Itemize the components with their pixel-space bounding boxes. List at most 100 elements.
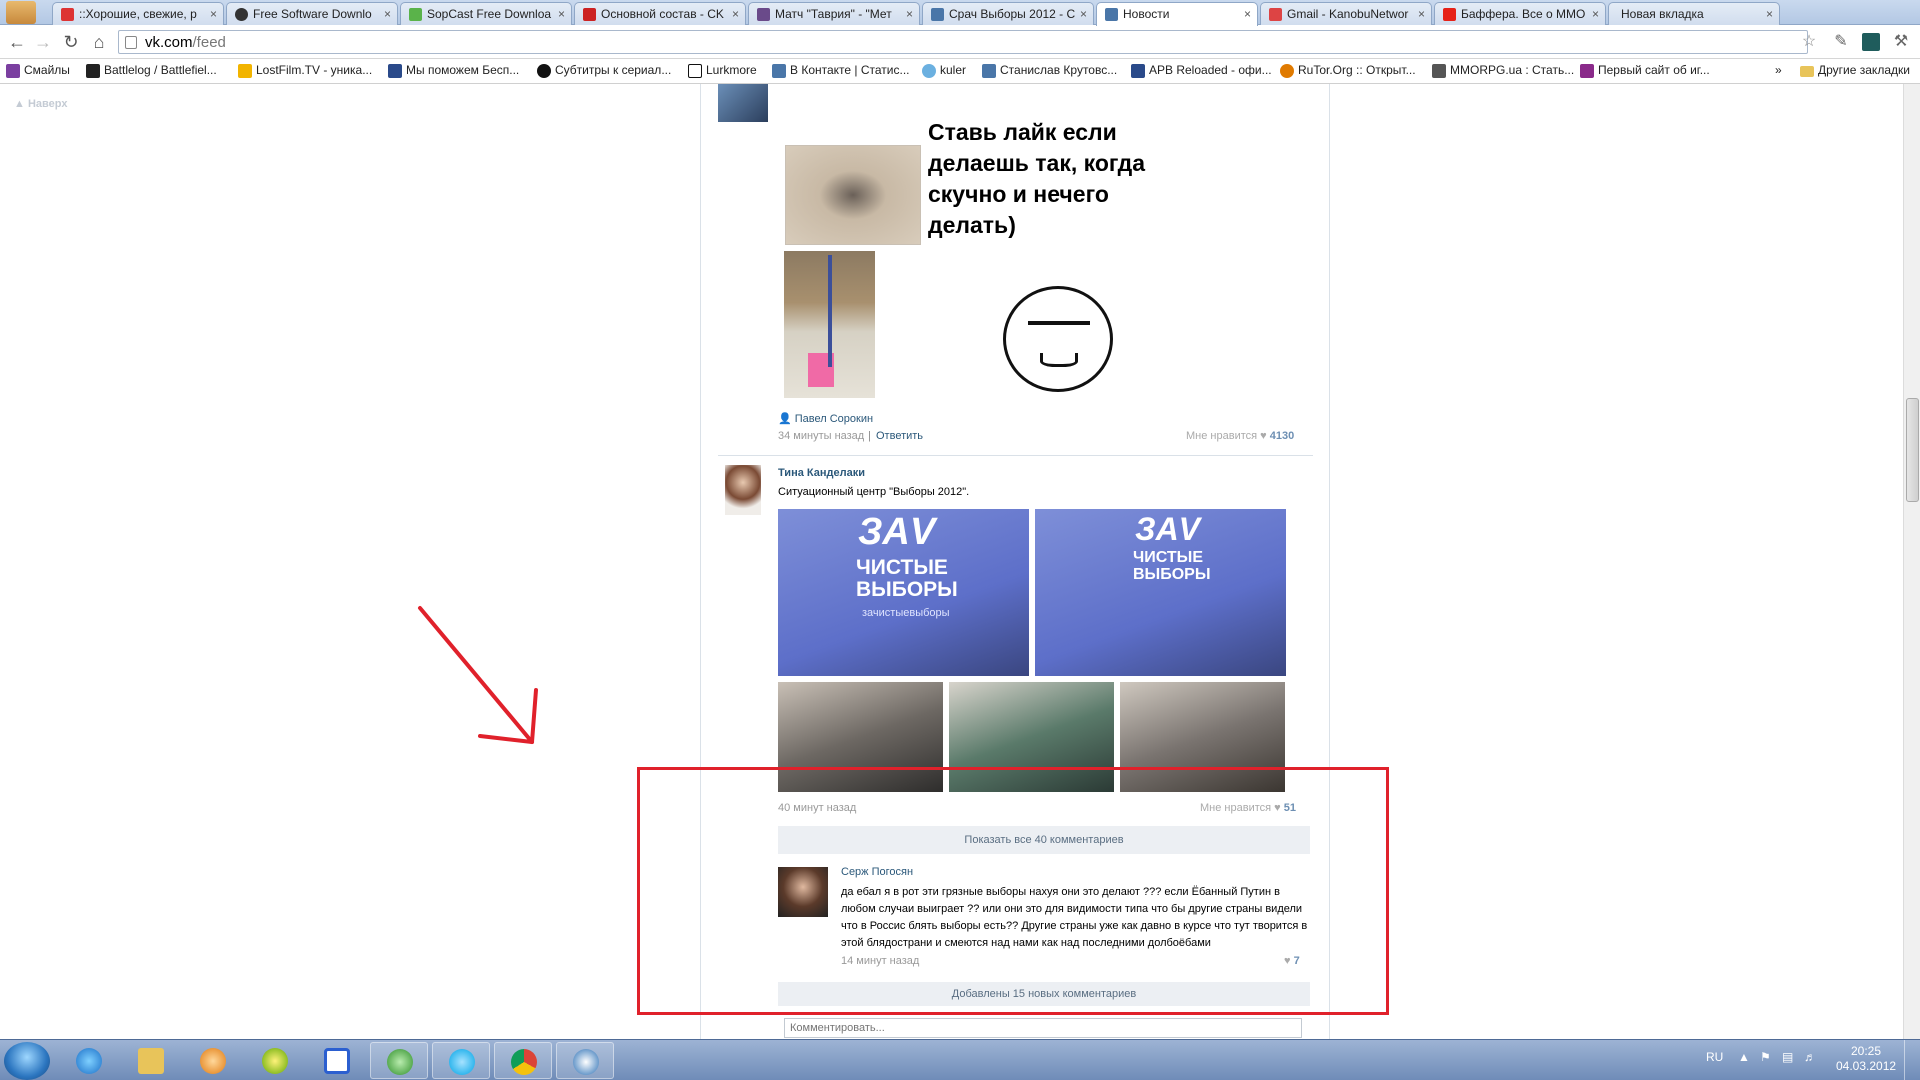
close-tab-icon[interactable]: × [1080, 7, 1087, 21]
start-button[interactable] [4, 1042, 50, 1080]
close-tab-icon[interactable]: × [1244, 7, 1251, 21]
tab-4[interactable]: Матч "Таврия" - "Мет × [748, 2, 920, 25]
taskbar-chrome[interactable] [494, 1042, 552, 1079]
post-photo-1[interactable]: ЗАV ЧИСТЫЕ ВЫБОРЫ зачистыевыборы [778, 509, 1029, 676]
address-url: vk.com/feed [145, 34, 226, 51]
bookmark-item[interactable]: В Контакте | Статис... [772, 63, 910, 80]
shared-by-link[interactable]: 👤 Павел Сорокин [778, 412, 873, 425]
tab-3[interactable]: Основной состав - CK × [574, 2, 746, 25]
bookmark-star-icon[interactable]: ☆ [1800, 33, 1818, 51]
post-author-avatar[interactable] [725, 465, 761, 515]
tab-title: Основной состав - CK [601, 7, 724, 21]
close-tab-icon[interactable]: × [1592, 7, 1599, 21]
meme-photo-cable[interactable] [785, 145, 921, 245]
tab-7[interactable]: Gmail - KanobuNetwor × [1260, 2, 1432, 25]
taskbar-utorrent[interactable] [370, 1042, 428, 1079]
bookmark-item[interactable]: Первый сайт об иг... [1580, 63, 1710, 80]
bookmark-item[interactable]: APB Reloaded - офи... [1131, 63, 1272, 80]
wrench-menu-icon[interactable]: ⚒ [1892, 33, 1910, 51]
tab-8[interactable]: Баффера. Все о ММО × [1434, 2, 1606, 25]
site-favicon-icon [61, 8, 74, 21]
taskbar-internet-explorer[interactable] [60, 1042, 118, 1079]
meme-caption: Ставь лайк если делаешь так, когда скучн… [928, 119, 1145, 238]
scroll-to-top-link[interactable]: ▲ Наверх [14, 98, 67, 110]
taskbar-clock[interactable]: 20:25 04.03.2012 [1836, 1044, 1896, 1074]
post-photo-2[interactable]: ЗАV ЧИСТЫЕ ВЫБОРЫ [1035, 509, 1286, 676]
language-indicator[interactable]: RU [1706, 1050, 1723, 1064]
show-desktop-button[interactable] [1904, 1040, 1920, 1080]
tab-2[interactable]: SopCast Free Downloa × [400, 2, 572, 25]
forward-icon[interactable]: → [32, 31, 54, 53]
action-center-flag-icon[interactable]: ⚑ [1760, 1050, 1771, 1064]
network-icon[interactable]: ▤ [1782, 1050, 1793, 1064]
comment-input[interactable] [784, 1018, 1302, 1038]
bookmark-item[interactable]: Мы поможем Бесп... [388, 63, 519, 80]
taskbar-daemon-tools[interactable] [308, 1042, 366, 1079]
taskbar-app[interactable] [556, 1042, 614, 1079]
tab-title: Gmail - KanobuNetwor [1287, 7, 1409, 21]
page-icon [125, 36, 137, 49]
taskbar-player[interactable] [246, 1042, 304, 1079]
tray-expand-icon[interactable]: ▲ [1738, 1050, 1750, 1064]
home-icon[interactable]: ⌂ [88, 31, 110, 53]
close-tab-icon[interactable]: × [558, 7, 565, 21]
scrollbar-thumb[interactable] [1906, 398, 1919, 502]
tab-9[interactable]: Новая вкладка × [1608, 2, 1780, 25]
bookmark-item[interactable]: kuler [922, 63, 966, 80]
like-button[interactable]: Мне нравится ♥ 4130 [1186, 430, 1294, 442]
close-tab-icon[interactable]: × [210, 7, 217, 21]
bookmark-item[interactable]: Lurkmore [688, 63, 757, 80]
tab-title: Free Software Downlo [253, 7, 372, 21]
taskbar-skype[interactable] [432, 1042, 490, 1079]
post-divider [718, 455, 1313, 456]
reload-icon[interactable]: ↻ [60, 31, 82, 53]
tab-5[interactable]: Срач Выборы 2012 - С × [922, 2, 1094, 25]
close-tab-icon[interactable]: × [732, 7, 739, 21]
bookmark-favicon-icon [688, 64, 702, 78]
tab-0[interactable]: ::Хорошие, свежие, р × [52, 2, 224, 25]
taskbar-explorer[interactable] [122, 1042, 180, 1079]
close-tab-icon[interactable]: × [906, 7, 913, 21]
bookmark-item[interactable]: Смайлы [6, 63, 70, 80]
tab-6-active[interactable]: Новости × [1096, 2, 1258, 26]
site-favicon-icon [583, 8, 596, 21]
windows-taskbar: RU ▲ ⚑ ▤ ♬ 20:25 04.03.2012 [0, 1039, 1920, 1080]
post-text: Ситуационный центр "Выборы 2012". [778, 486, 970, 498]
close-tab-icon[interactable]: × [384, 7, 391, 21]
site-favicon-icon [931, 8, 944, 21]
profile-avatar-icon[interactable] [6, 1, 36, 24]
meta-separator: | [868, 430, 871, 442]
bookmark-item[interactable]: Battlelog / Battlefiel... [86, 63, 217, 80]
post-author-name[interactable]: Тина Канделаки [778, 467, 865, 479]
site-favicon-icon [1269, 8, 1282, 21]
meme-face-drawing[interactable] [1003, 286, 1113, 392]
bookmarks-overflow-button[interactable]: » [1775, 63, 1782, 80]
bookmark-favicon-icon [1432, 64, 1446, 78]
close-tab-icon[interactable]: × [1766, 7, 1773, 21]
meme-photo-pen[interactable] [784, 251, 875, 398]
post-time: 34 минуты назад [778, 430, 865, 442]
bookmark-favicon-icon [1131, 64, 1145, 78]
post-author-avatar[interactable] [718, 84, 768, 122]
daemon-tools-icon [324, 1048, 350, 1074]
taskbar-media-player[interactable] [184, 1042, 242, 1079]
bookmark-favicon-icon [238, 64, 252, 78]
volume-icon[interactable]: ♬ [1804, 1050, 1816, 1064]
bookmark-favicon-icon [86, 64, 100, 78]
bookmark-item[interactable]: RuTor.Org :: Открыт... [1280, 63, 1416, 80]
address-bar[interactable]: vk.com/feed [118, 30, 1808, 54]
tab-1[interactable]: Free Software Downlo × [226, 2, 398, 25]
media-player-icon [200, 1048, 226, 1074]
site-favicon-icon [757, 8, 770, 21]
other-bookmarks-folder[interactable]: Другие закладки [1800, 63, 1910, 80]
page-scrollbar[interactable] [1903, 84, 1920, 1039]
back-icon[interactable]: ← [6, 31, 28, 53]
reply-link[interactable]: Ответить [876, 430, 923, 442]
bookmark-item[interactable]: LostFilm.TV - уника... [238, 63, 372, 80]
bookmark-item[interactable]: MMORPG.ua : Стать... [1432, 63, 1574, 80]
close-tab-icon[interactable]: × [1418, 7, 1425, 21]
extension-icon[interactable] [1862, 33, 1880, 51]
notes-extension-icon[interactable]: ✎ [1832, 33, 1850, 51]
bookmark-item[interactable]: Субтитры к сериал... [537, 63, 671, 80]
bookmark-item[interactable]: Станислав Крутовс... [982, 63, 1117, 80]
